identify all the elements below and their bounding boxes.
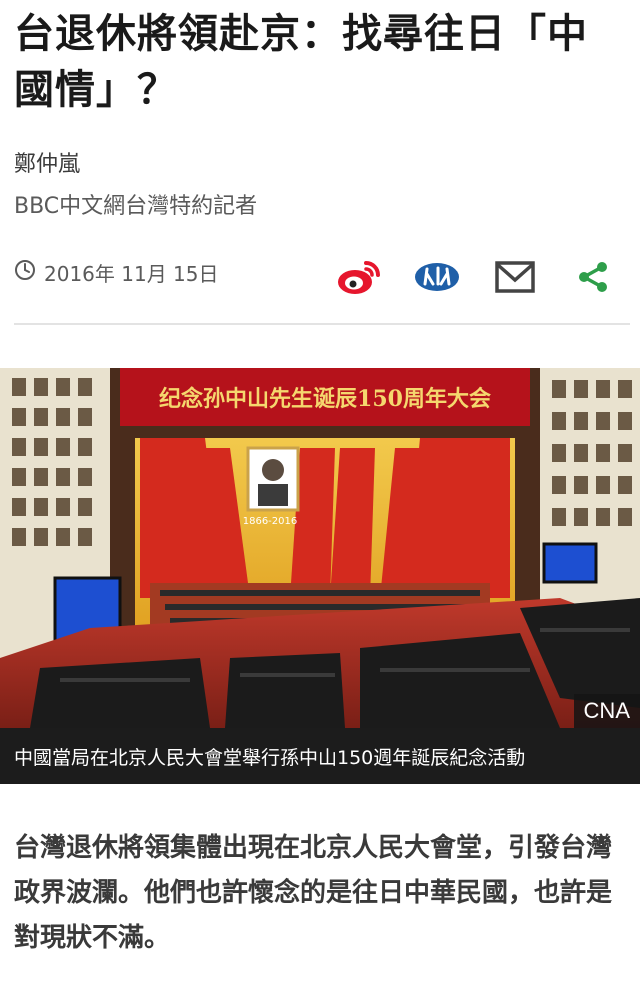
photo-credit: CNA [573,694,640,728]
clock-icon [14,259,36,286]
author-name[interactable]: 鄭仲嵐 [14,146,80,178]
publish-date: 2016年 11月 15日 [44,262,219,286]
author-role: BBC中文網台灣特約記者 [14,194,258,219]
email-share-button[interactable] [490,252,540,302]
banner-text: 纪念孙中山先生诞辰150周年大会 [159,386,491,412]
headline: 台退休將領赴京：找尋往日「中國情」？ [14,11,588,113]
share-icon [579,262,607,292]
publish-date-row: 2016年 11月 15日 [14,258,219,287]
share-toolbar [330,252,630,302]
share-button[interactable] [568,252,618,302]
photo-caption: 中國當局在北京人民大會堂舉行孫中山150週年誕辰紀念活動 [0,728,640,784]
renren-icon [415,263,459,291]
portrait-years: 1866-2016 [243,516,298,527]
article-photo[interactable]: 纪念孙中山先生诞辰150周年大会 1866-2016 CNA [0,368,640,728]
weibo-icon [338,261,380,294]
article-lead: 台灣退休將領集體出現在北京人民大會堂，引發台灣政界波瀾。他們也許懷念的是往日中華… [14,833,613,953]
renren-share-button[interactable] [412,252,462,302]
email-icon [495,261,535,293]
weibo-share-button[interactable] [334,252,384,302]
header-divider [14,323,630,325]
